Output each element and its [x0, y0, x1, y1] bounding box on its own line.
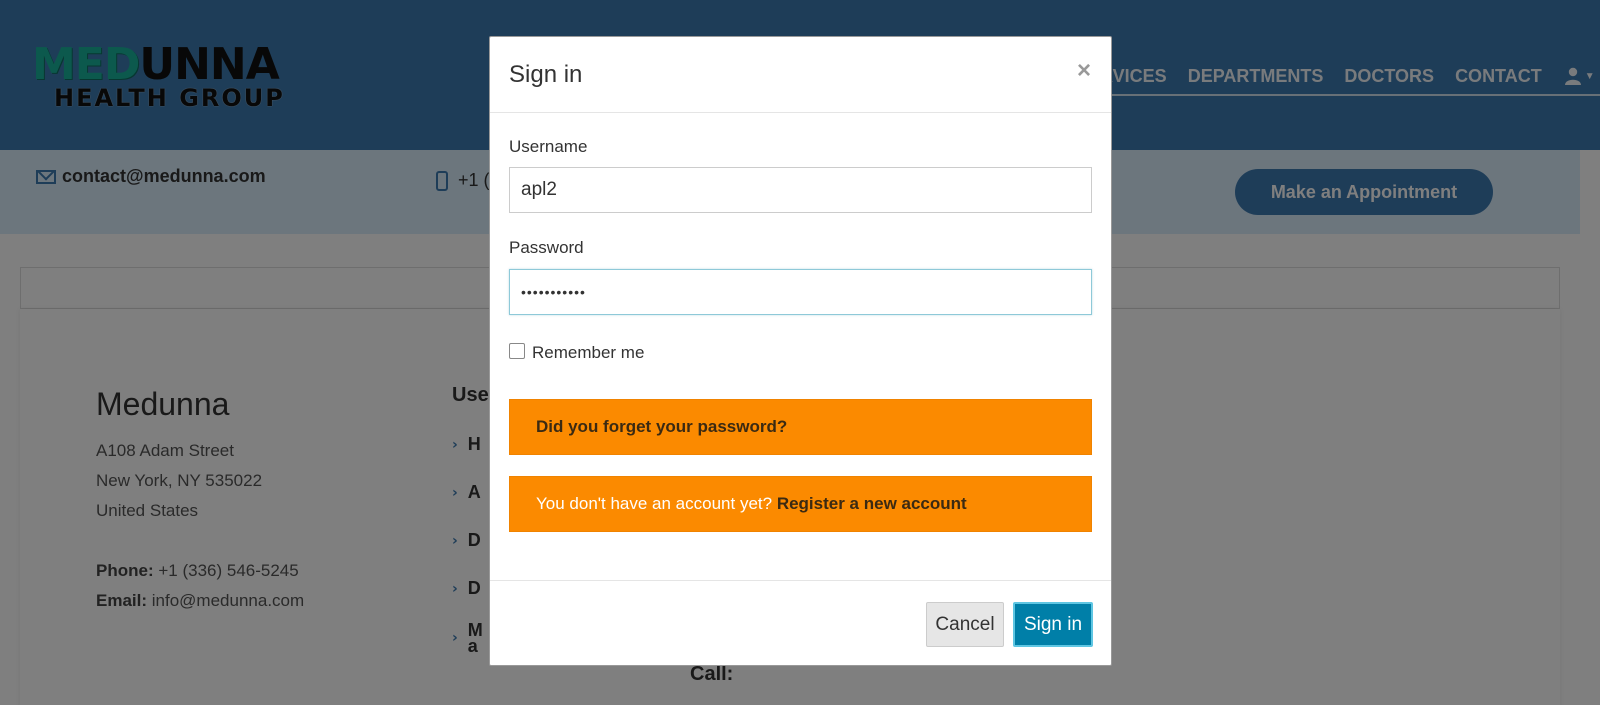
signin-button[interactable]: Sign in [1013, 602, 1093, 647]
no-account-text: You don't have an account yet? [536, 494, 777, 513]
username-label: Username [509, 137, 588, 156]
forgot-password-link[interactable]: Did you forget your password? [536, 417, 787, 437]
password-input[interactable]: ••••••••••• [509, 269, 1092, 315]
password-label: Password [509, 238, 584, 257]
register-alert: You don't have an account yet? Register … [509, 476, 1092, 532]
close-icon[interactable]: × [1077, 59, 1091, 83]
remember-me-checkbox[interactable] [509, 343, 525, 359]
modal-header: Sign in × [490, 37, 1111, 113]
modal-footer: Cancel Sign in [490, 580, 1111, 666]
register-link[interactable]: Register a new account [777, 494, 967, 514]
signin-modal: Sign in × Username apl2 Password •••••••… [489, 36, 1112, 666]
remember-me-label: Remember me [532, 343, 645, 362]
modal-title: Sign in [509, 61, 583, 88]
username-input[interactable]: apl2 [509, 167, 1092, 213]
remember-me[interactable]: Remember me [509, 343, 644, 363]
cancel-button[interactable]: Cancel [926, 602, 1004, 647]
forgot-password-alert[interactable]: Did you forget your password? [509, 399, 1092, 455]
